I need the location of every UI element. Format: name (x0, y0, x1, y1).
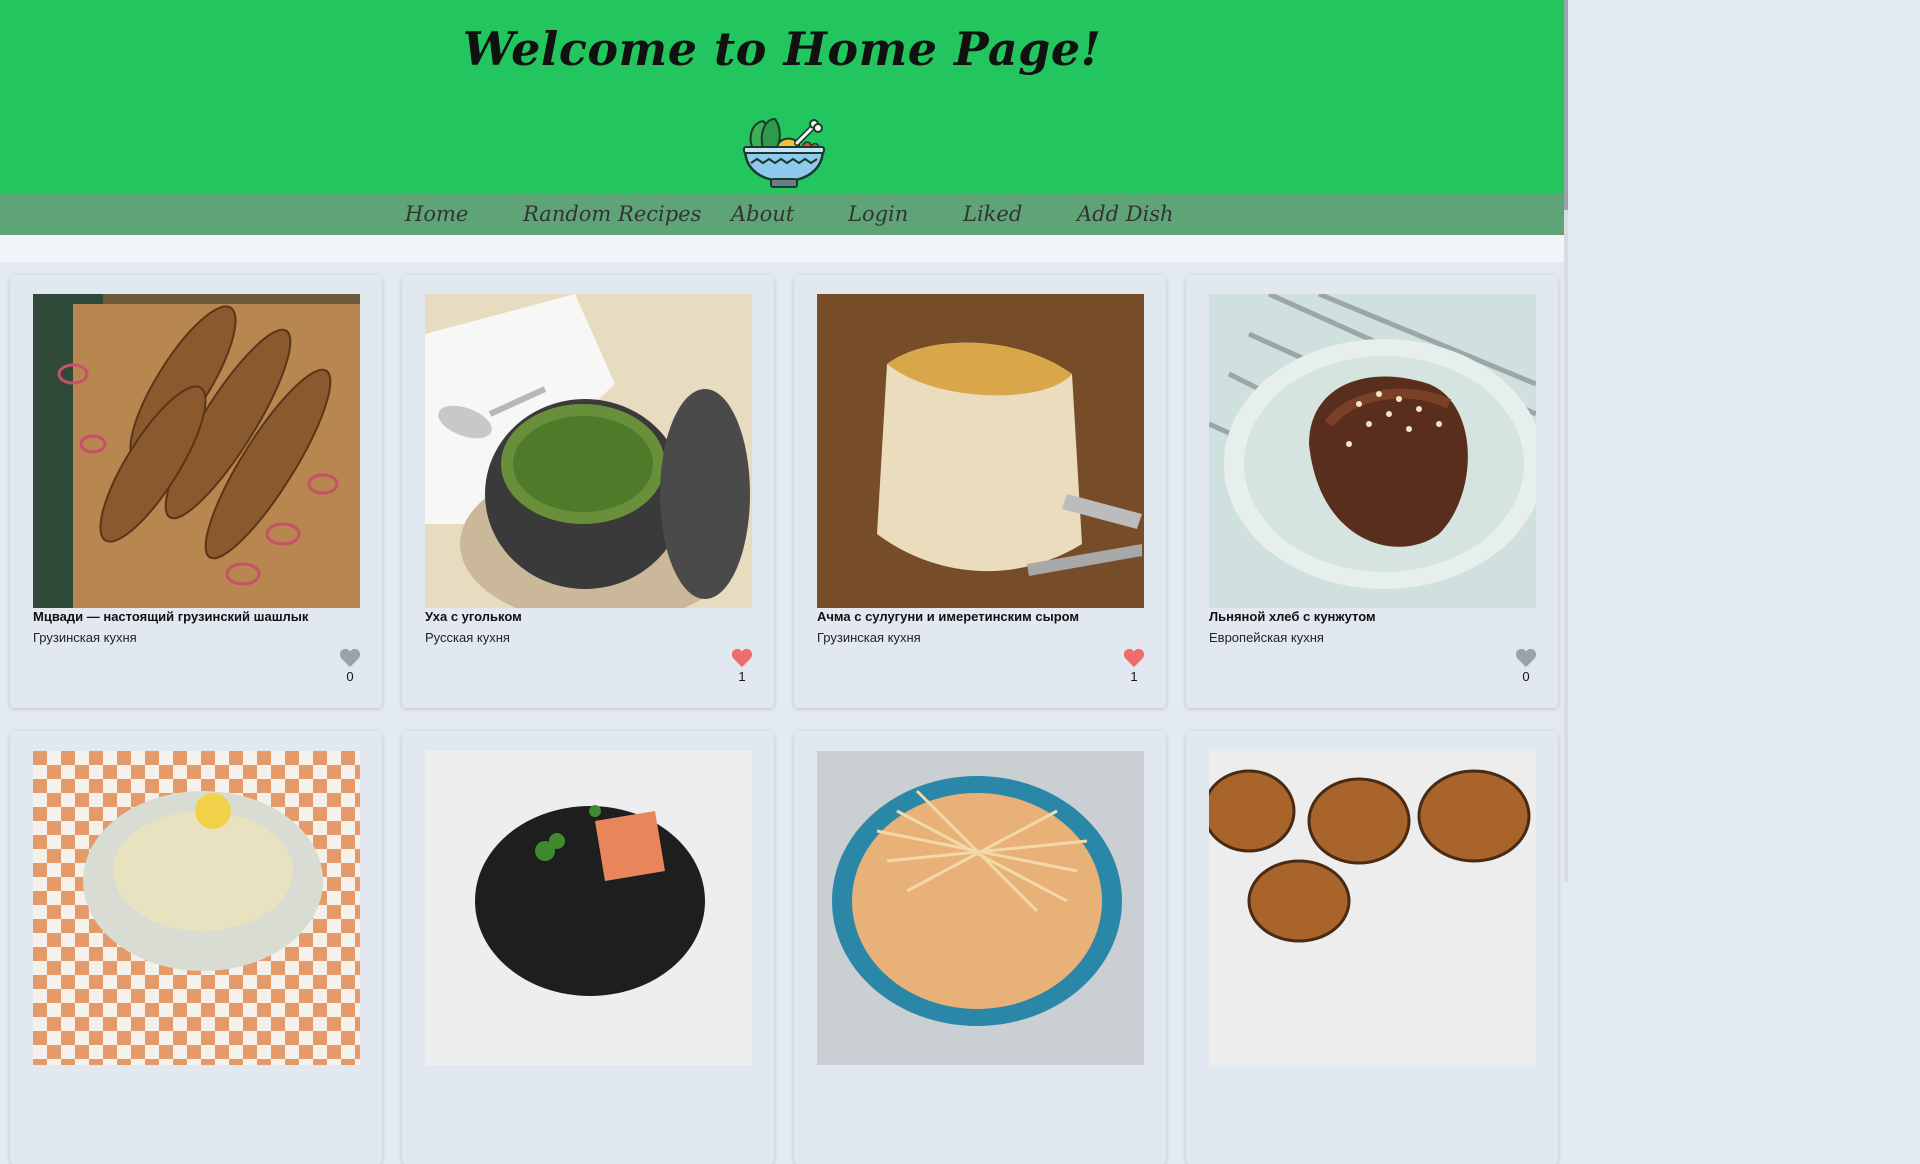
recipe-card[interactable]: Уха с угольком Русская кухня 1 (402, 275, 774, 708)
recipe-card[interactable]: Льняной хлеб с кунжутом Европейская кухн… (1186, 275, 1558, 708)
recipe-cuisine: Европейская кухня (1209, 630, 1324, 645)
main-nav: Home Random Recipes About Login Liked Ad… (0, 193, 1564, 235)
like-count: 1 (1130, 669, 1138, 684)
nav-about[interactable]: About (731, 198, 794, 230)
recipe-card[interactable] (10, 731, 382, 1164)
recipe-image[interactable] (817, 751, 1144, 1065)
recipe-image[interactable] (425, 294, 752, 608)
like-count: 0 (1522, 669, 1530, 684)
recipe-image[interactable] (33, 294, 360, 608)
page-title: Welcome to Home Page! (462, 22, 1102, 76)
like-count: 1 (738, 669, 746, 684)
heart-icon[interactable] (731, 648, 753, 668)
salad-bowl-icon (743, 117, 825, 188)
recipe-cuisine: Грузинская кухня (33, 630, 137, 645)
recipe-card[interactable]: Мцвади — настоящий грузинский шашлык Гру… (10, 275, 382, 708)
heart-icon[interactable] (1515, 648, 1537, 668)
nav-add-dish[interactable]: Add Dish (1077, 198, 1174, 230)
recipe-title[interactable]: Уха с угольком (425, 609, 755, 624)
recipe-cuisine: Грузинская кухня (817, 630, 921, 645)
scrollbar-thumb[interactable] (1564, 0, 1568, 210)
recipe-card[interactable] (1186, 731, 1558, 1164)
recipe-image[interactable] (1209, 751, 1536, 1065)
recipe-title[interactable]: Мцвади — настоящий грузинский шашлык (33, 609, 363, 624)
recipe-image[interactable] (1209, 294, 1536, 608)
nav-liked[interactable]: Liked (963, 198, 1022, 230)
nav-random-recipes[interactable]: Random Recipes (523, 198, 701, 230)
heart-icon[interactable] (339, 648, 361, 668)
recipe-title[interactable]: Льняной хлеб с кунжутом (1209, 609, 1539, 624)
nav-home[interactable]: Home (405, 198, 468, 230)
recipe-card[interactable]: Ачма с сулугуни и имеретинским сыром Гру… (794, 275, 1166, 708)
like-count: 0 (346, 669, 354, 684)
recipe-card[interactable] (794, 731, 1166, 1164)
recipe-image[interactable] (33, 751, 360, 1065)
recipe-card[interactable] (402, 731, 774, 1164)
recipe-image[interactable] (425, 751, 752, 1065)
recipe-image[interactable] (817, 294, 1144, 608)
heart-icon[interactable] (1123, 648, 1145, 668)
nav-spacer (0, 235, 1564, 262)
recipe-title[interactable]: Ачма с сулугуни и имеретинским сыром (817, 609, 1147, 624)
recipe-cuisine: Русская кухня (425, 630, 510, 645)
header-banner: Welcome to Home Page! (0, 0, 1564, 193)
nav-login[interactable]: Login (848, 198, 908, 230)
